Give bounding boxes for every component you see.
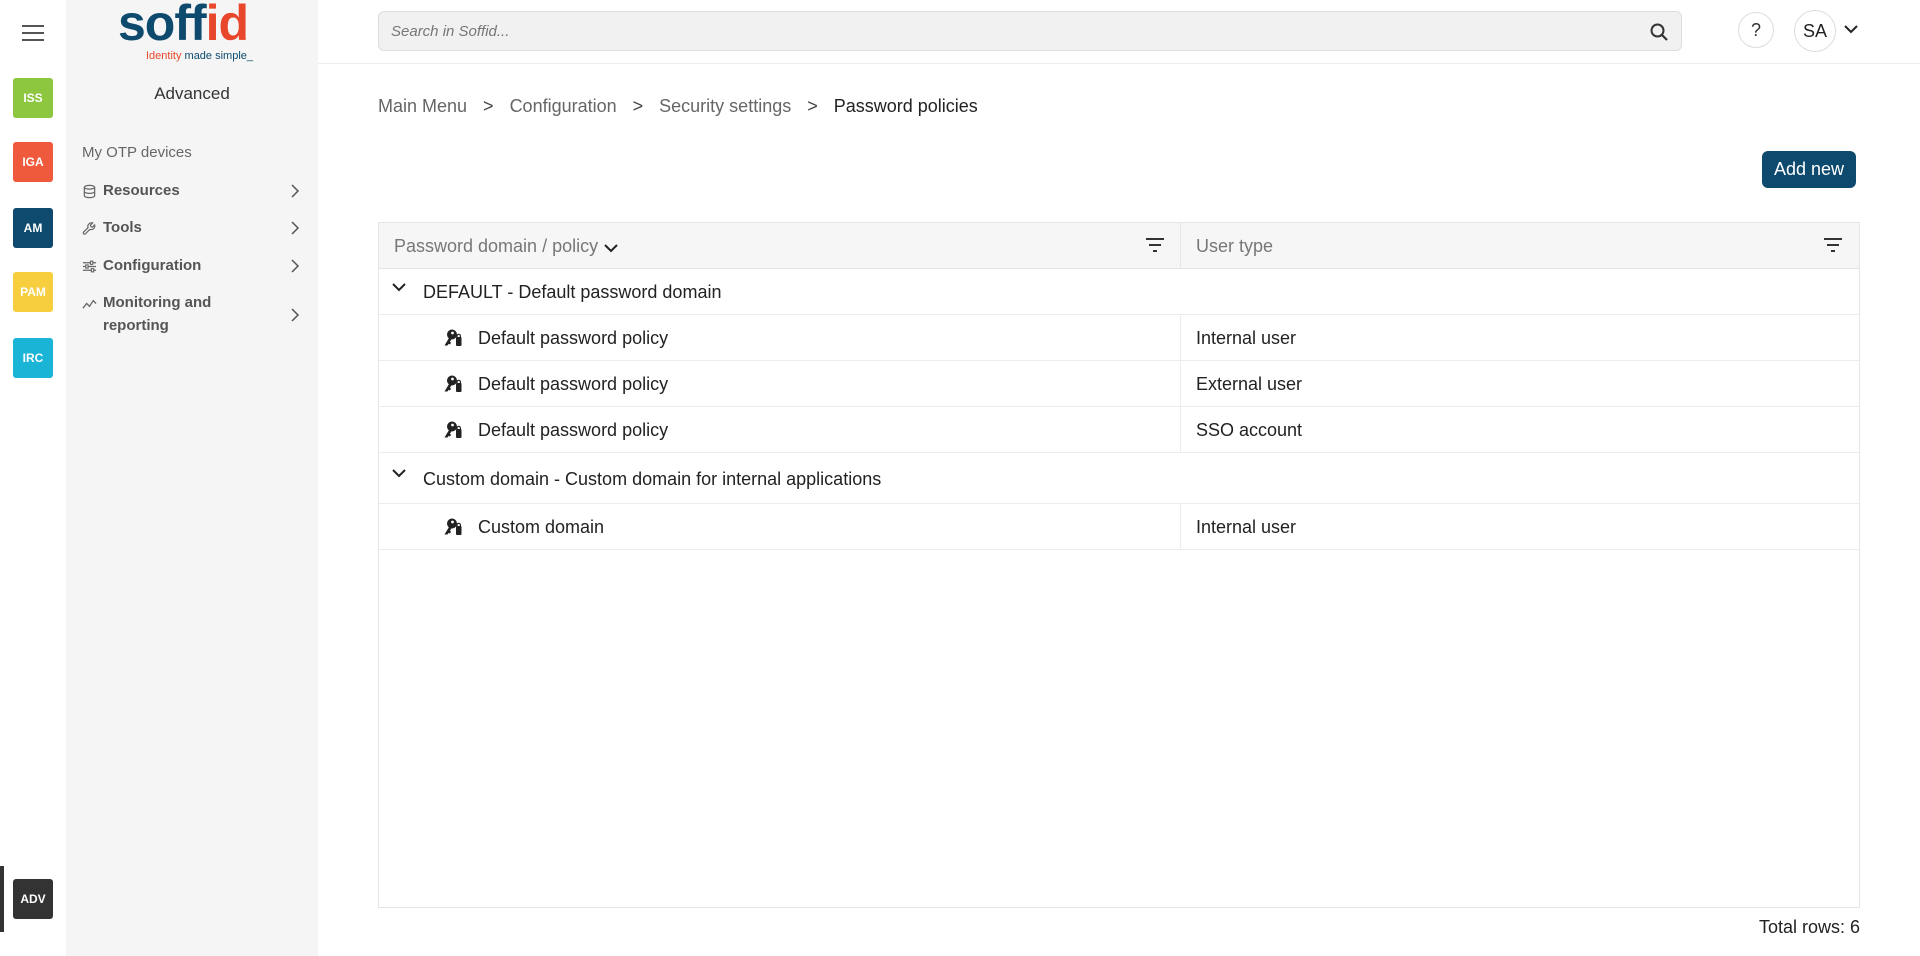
- policy-name[interactable]: Default password policy: [478, 420, 668, 441]
- table-row[interactable]: Default password policy External user: [379, 361, 1859, 407]
- chevron-down-icon[interactable]: [1844, 24, 1858, 34]
- table-row[interactable]: Custom domain Internal user: [379, 504, 1859, 550]
- breadcrumb-separator: >: [632, 96, 644, 116]
- sidebar-item-monitoring-and-reporting[interactable]: Monitoring and reporting: [82, 294, 308, 337]
- breadcrumb-configuration[interactable]: Configuration: [510, 96, 617, 117]
- column-header-label: User type: [1196, 235, 1274, 256]
- search-icon[interactable]: [1649, 22, 1669, 42]
- add-new-button[interactable]: Add new: [1762, 151, 1856, 188]
- user-type-cell: Internal user: [1196, 328, 1297, 348]
- chevron-down-icon[interactable]: [604, 243, 618, 253]
- breadcrumb-password-policies: Password policies: [833, 96, 978, 116]
- sliders-icon: [82, 260, 97, 273]
- top-bar: ? SA: [318, 0, 1920, 64]
- policy-name[interactable]: Custom domain: [478, 517, 604, 538]
- chevron-right-icon: [291, 221, 300, 235]
- filter-icon[interactable]: [1823, 237, 1843, 253]
- group-label: Custom domain - Custom domain for intern…: [423, 469, 882, 489]
- user-type-cell: SSO account: [1196, 420, 1303, 440]
- user-type-cell: Internal user: [1196, 517, 1297, 537]
- breadcrumb-security-settings[interactable]: Security settings: [659, 96, 791, 117]
- app-rail: ISS IGA AM PAM IRC ADV: [0, 0, 66, 956]
- sidebar: soffid Identity made simple_ Advanced My…: [66, 0, 318, 956]
- help-button[interactable]: ?: [1738, 12, 1774, 48]
- sidebar-item-label: Resources: [103, 182, 180, 199]
- sidebar-item-tools[interactable]: Tools: [82, 219, 308, 236]
- sidebar-item-resources[interactable]: Resources: [82, 182, 308, 199]
- app-tile-am[interactable]: AM: [13, 208, 53, 248]
- logo-word-red: id: [205, 0, 249, 51]
- chevron-right-icon: [291, 184, 300, 198]
- password-policies-table: Password domain / policy User type DEFAU…: [378, 222, 1860, 908]
- sidebar-item-label: Tools: [103, 219, 142, 236]
- key-icon: [444, 518, 462, 535]
- sidebar-item-configuration[interactable]: Configuration: [82, 257, 308, 274]
- hamburger-menu-icon[interactable]: [22, 24, 44, 42]
- app-tile-pam[interactable]: PAM: [13, 272, 53, 312]
- column-header-label: Password domain / policy: [394, 235, 599, 256]
- chart-line-icon: [82, 299, 97, 309]
- sidebar-item-label: My OTP devices: [82, 144, 192, 161]
- app-tile-irc[interactable]: IRC: [13, 338, 53, 378]
- user-type-cell: External user: [1196, 374, 1303, 394]
- policy-name[interactable]: Default password policy: [478, 328, 668, 349]
- column-header-user-type[interactable]: User type: [1181, 223, 1859, 269]
- wrench-icon: [82, 222, 96, 235]
- soffid-logo[interactable]: soffid Identity made simple_: [118, 0, 268, 66]
- chevron-right-icon: [291, 308, 300, 322]
- logo-tagline-blue: made simple_: [184, 50, 254, 62]
- search-input[interactable]: [391, 12, 1631, 50]
- table-group-row[interactable]: Custom domain - Custom domain for intern…: [379, 453, 1859, 504]
- total-rows-count: Total rows: 6: [1758, 917, 1860, 937]
- key-icon: [444, 329, 462, 346]
- column-header-password-domain-policy[interactable]: Password domain / policy: [379, 223, 1181, 269]
- app-tile-iss[interactable]: ISS: [13, 78, 53, 118]
- logo-tagline-red: Identity: [146, 50, 185, 62]
- table-row[interactable]: Default password policy SSO account: [379, 407, 1859, 453]
- filter-icon[interactable]: [1145, 237, 1165, 253]
- sidebar-title: Advanced: [154, 84, 230, 103]
- chevron-down-icon[interactable]: [391, 281, 407, 293]
- table-row[interactable]: Default password policy Internal user: [379, 315, 1859, 361]
- chevron-right-icon: [291, 259, 300, 273]
- breadcrumb: Main Menu > Configuration > Security set…: [378, 96, 978, 117]
- table-group-row[interactable]: DEFAULT - Default password domain: [379, 269, 1859, 315]
- app-tile-adv[interactable]: ADV: [13, 879, 53, 919]
- breadcrumb-separator: >: [807, 96, 818, 116]
- search-box: [378, 11, 1682, 51]
- app-tile-iga[interactable]: IGA: [13, 142, 53, 182]
- active-app-marker: [0, 866, 4, 932]
- sidebar-item-my-otp-devices[interactable]: My OTP devices: [82, 144, 308, 161]
- chevron-down-icon[interactable]: [391, 467, 407, 479]
- logo-word-blue: soff: [118, 0, 207, 51]
- sidebar-item-label: Monitoring and reporting: [103, 294, 212, 334]
- policy-name[interactable]: Default password policy: [478, 374, 668, 395]
- database-icon: [83, 184, 96, 199]
- sidebar-item-label: Configuration: [103, 257, 202, 274]
- group-label: DEFAULT - Default password domain: [423, 282, 722, 302]
- user-avatar[interactable]: SA: [1794, 10, 1836, 52]
- breadcrumb-separator: >: [483, 96, 494, 116]
- key-icon: [444, 421, 462, 438]
- key-icon: [444, 375, 462, 392]
- breadcrumb-main-menu[interactable]: Main Menu: [378, 96, 467, 117]
- table-header: Password domain / policy User type: [379, 223, 1859, 269]
